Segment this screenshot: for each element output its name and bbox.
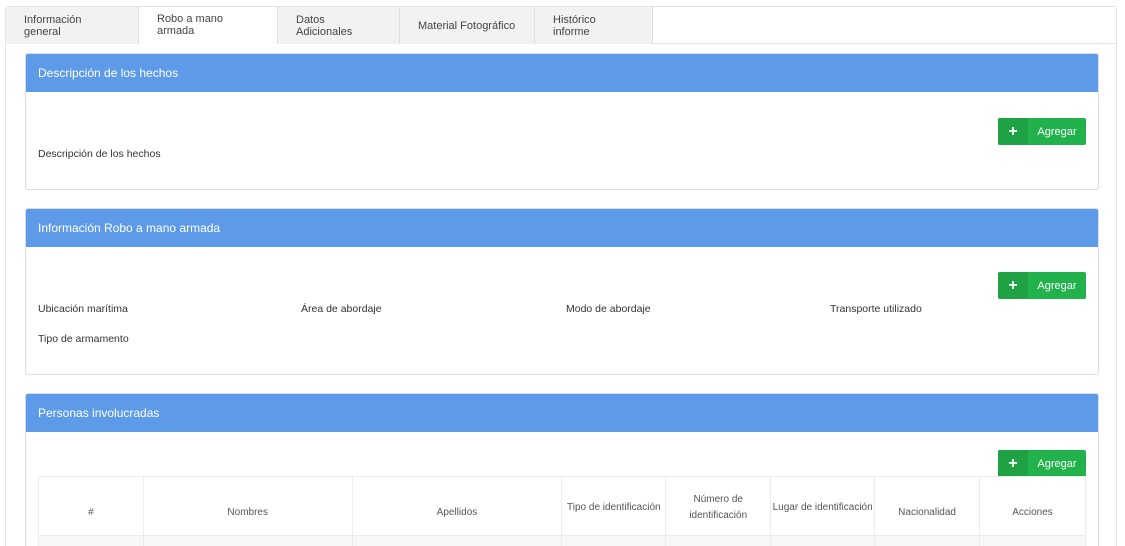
field-label-modo-abordaje: Modo de abordaje bbox=[566, 303, 651, 315]
add-persona-button[interactable]: + Agregar bbox=[998, 450, 1086, 477]
table-row bbox=[38, 535, 1086, 546]
tab-historico-informe[interactable]: Histórico informe bbox=[535, 7, 653, 44]
column-header-nacionalidad[interactable]: Nacionalidad bbox=[874, 476, 981, 536]
panel-title: Información Robo a mano armada bbox=[26, 209, 1098, 247]
add-descripcion-button[interactable]: + Agregar bbox=[998, 118, 1086, 145]
table-cell bbox=[561, 535, 667, 546]
table-cell bbox=[770, 535, 876, 546]
plus-icon: + bbox=[998, 118, 1028, 145]
column-header-apellidos[interactable]: Apellidos bbox=[351, 476, 563, 536]
add-button-label: Agregar bbox=[1037, 457, 1077, 470]
add-button-label: Agregar bbox=[1037, 125, 1077, 138]
table-cell bbox=[665, 535, 772, 546]
column-header-acciones[interactable]: Acciones bbox=[979, 476, 1086, 536]
field-label-area-abordaje: Área de abordaje bbox=[301, 303, 382, 315]
table-cell bbox=[142, 535, 353, 546]
tab-informacion-general[interactable]: Información general bbox=[6, 7, 139, 44]
field-label-transporte-utilizado: Transporte utilizado bbox=[830, 303, 922, 315]
plus-icon: + bbox=[998, 450, 1028, 477]
table-cell bbox=[874, 535, 981, 546]
panel-title: Personas involucradas bbox=[26, 394, 1098, 432]
add-robo-button[interactable]: + Agregar bbox=[998, 272, 1086, 299]
table-cell bbox=[979, 535, 1086, 546]
table-cell bbox=[38, 535, 144, 546]
field-label-tipo-armamento: Tipo de armamento bbox=[38, 333, 129, 345]
tab-material-fotografico[interactable]: Material Fotográfico bbox=[400, 7, 535, 44]
tab-robo-mano-armada[interactable]: Robo a mano armada bbox=[139, 7, 278, 44]
content-card: Información general Robo a mano armada D… bbox=[5, 6, 1117, 546]
tab-datos-adicionales[interactable]: Datos Adicionales bbox=[278, 7, 400, 44]
field-label-descripcion: Descripción de los hechos bbox=[38, 148, 161, 160]
personas-table: # Nombres Apellidos Tipo de identificaci… bbox=[38, 476, 1086, 546]
tab-bar: Información general Robo a mano armada D… bbox=[6, 7, 1116, 44]
column-header-lugar-identificacion[interactable]: Lugar de identificación bbox=[770, 476, 876, 536]
column-header-numero[interactable]: # bbox=[38, 476, 144, 536]
column-header-nombres[interactable]: Nombres bbox=[142, 476, 353, 536]
column-header-tipo-identificacion[interactable]: Tipo de identificación bbox=[561, 476, 667, 536]
panel-informacion-robo: Información Robo a mano armada + Agregar… bbox=[25, 208, 1099, 375]
add-button-label: Agregar bbox=[1037, 279, 1077, 292]
table-cell bbox=[351, 535, 563, 546]
field-label-ubicacion-maritima: Ubicación marítima bbox=[38, 303, 128, 315]
column-header-numero-identificacion[interactable]: Número de identificación bbox=[665, 476, 772, 536]
panel-personas-involucradas: Personas involucradas + Agregar # Nombre… bbox=[25, 393, 1099, 546]
panel-title: Descripción de los hechos bbox=[26, 54, 1098, 92]
plus-icon: + bbox=[998, 272, 1028, 299]
panel-descripcion-hechos: Descripción de los hechos + Agregar Desc… bbox=[25, 53, 1099, 190]
